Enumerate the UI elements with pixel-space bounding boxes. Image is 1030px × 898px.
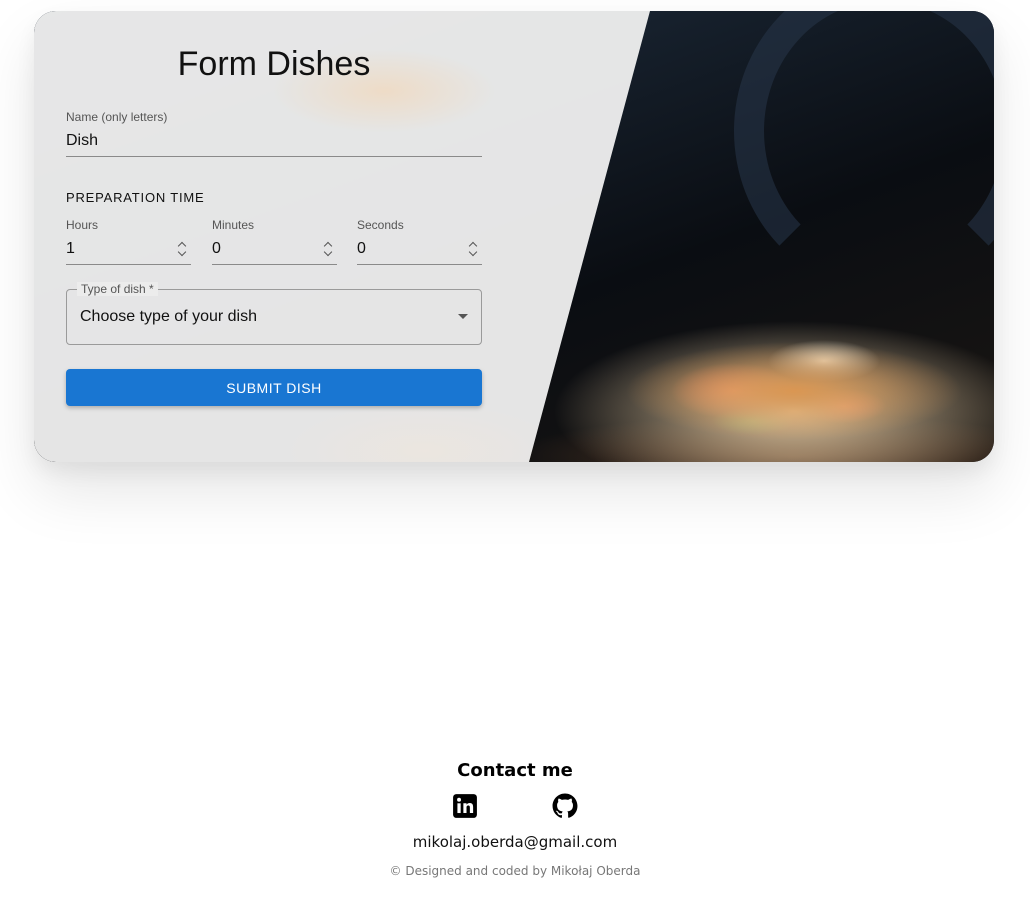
seconds-underline xyxy=(357,264,482,265)
minutes-underline xyxy=(212,264,337,265)
chevron-down-icon[interactable] xyxy=(177,247,187,257)
hours-value[interactable]: 1 xyxy=(66,240,75,258)
preparation-time-title: PREPARATION TIME xyxy=(66,190,205,205)
minutes-field[interactable]: Minutes 0 xyxy=(212,217,337,267)
minutes-label: Minutes xyxy=(212,218,255,232)
type-of-dish-select[interactable]: Type of dish * Choose type of your dish xyxy=(66,282,482,345)
contact-email: mikolaj.oberda@gmail.com xyxy=(412,833,618,851)
minutes-stepper[interactable] xyxy=(323,241,333,257)
minutes-value[interactable]: 0 xyxy=(212,240,221,258)
name-field-underline xyxy=(66,156,482,157)
hours-stepper[interactable] xyxy=(177,241,187,257)
social-links xyxy=(0,793,1030,819)
hours-label: Hours xyxy=(66,218,99,232)
form-title: Form Dishes xyxy=(177,45,371,83)
footer: Contact me mikolaj.oberda@gmail.com © De… xyxy=(0,760,1030,878)
type-of-dish-value[interactable]: Choose type of your dish xyxy=(80,308,257,326)
hours-underline xyxy=(66,264,191,265)
seconds-label: Seconds xyxy=(357,218,404,232)
chevron-down-icon[interactable] xyxy=(468,247,478,257)
submit-dish-button[interactable]: SUBMIT DISH xyxy=(66,369,482,406)
name-field-label: Name (only letters) xyxy=(66,110,168,124)
dish-form-card: Form Dishes Name (only letters) Dish PRE… xyxy=(34,11,994,462)
oven-arch-shape xyxy=(734,11,994,291)
seconds-stepper[interactable] xyxy=(468,241,478,257)
chevron-down-icon[interactable] xyxy=(323,247,333,257)
caret-down-icon[interactable] xyxy=(458,314,468,319)
name-field-value[interactable]: Dish xyxy=(66,132,98,150)
copyright-text: © Designed and coded by Mikołaj Oberda xyxy=(389,864,641,878)
contact-title: Contact me xyxy=(457,760,573,781)
seconds-field[interactable]: Seconds 0 xyxy=(357,217,482,267)
linkedin-icon[interactable] xyxy=(452,793,478,819)
github-icon[interactable] xyxy=(552,793,578,819)
type-of-dish-label: Type of dish * xyxy=(77,282,158,296)
seconds-value[interactable]: 0 xyxy=(357,240,366,258)
hours-field[interactable]: Hours 1 xyxy=(66,217,191,267)
